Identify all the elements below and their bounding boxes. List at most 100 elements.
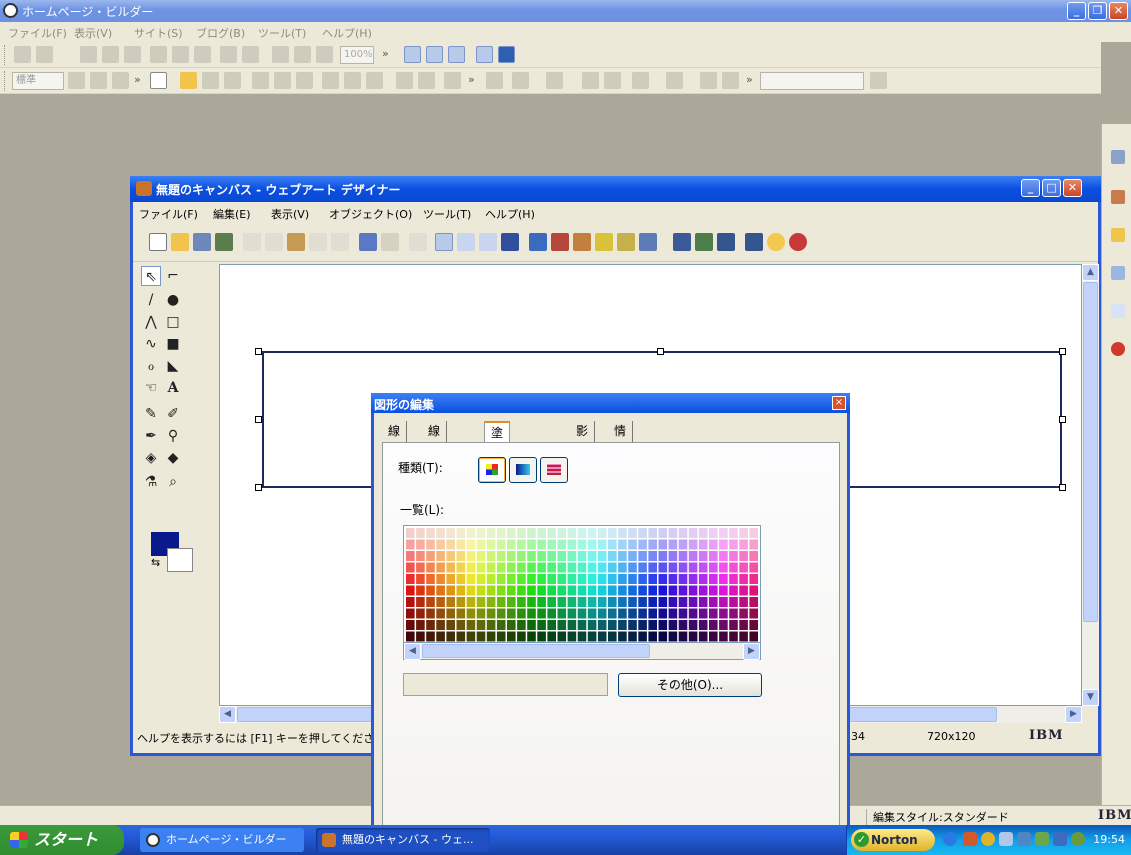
palette-cell[interactable]	[739, 574, 748, 584]
palette-cell[interactable]	[729, 574, 738, 584]
overflow-chevron-icon[interactable]: »	[382, 47, 389, 60]
palette-cell[interactable]	[557, 528, 567, 538]
zoom-in-icon[interactable]	[272, 46, 289, 63]
layout-icon[interactable]	[404, 46, 421, 63]
palette-cell[interactable]	[416, 574, 425, 584]
restore-button[interactable]: ❐	[1088, 2, 1107, 20]
palette-cell[interactable]	[466, 551, 476, 561]
palette-cell[interactable]	[658, 597, 668, 607]
curve-tool-icon[interactable]: ∿	[141, 334, 161, 354]
palette-cell[interactable]	[577, 608, 587, 619]
undo-icon[interactable]	[359, 233, 377, 251]
palette-cell[interactable]	[749, 608, 758, 619]
palette-cell[interactable]	[507, 620, 516, 630]
palette-cell[interactable]	[628, 574, 637, 584]
palette-cell[interactable]	[426, 562, 435, 573]
palette-cell[interactable]	[698, 597, 708, 607]
designer-minimize-button[interactable]: _	[1021, 179, 1040, 197]
palette-cell[interactable]	[406, 620, 415, 630]
palette-cell[interactable]	[567, 620, 577, 630]
palette-cell[interactable]	[678, 562, 688, 573]
save-icon[interactable]	[202, 72, 219, 89]
palette-cell[interactable]	[527, 631, 536, 642]
redo-icon[interactable]	[381, 233, 399, 251]
anchor-icon[interactable]	[172, 46, 189, 63]
palette-cell[interactable]	[739, 597, 748, 607]
palette-cell[interactable]	[648, 574, 657, 584]
palette-cell[interactable]	[547, 562, 556, 573]
menu-blog[interactable]: ブログ(B)	[196, 25, 245, 41]
scroll-right-icon[interactable]: ▶	[1065, 706, 1082, 723]
palette-cell[interactable]	[668, 528, 678, 538]
text-tool-icon[interactable]: A	[163, 378, 183, 398]
palette-cell[interactable]	[719, 608, 728, 619]
palette-cell[interactable]	[486, 597, 496, 607]
resize-handle[interactable]	[657, 348, 664, 355]
palette-scroll-right-icon[interactable]: ▶	[743, 643, 760, 660]
palette-cell[interactable]	[577, 631, 587, 642]
palette-cell[interactable]	[668, 631, 678, 642]
palette-cell[interactable]	[698, 528, 708, 538]
copy-icon[interactable]	[274, 72, 291, 89]
split-icon[interactable]	[448, 46, 465, 63]
fill-type-pattern-button[interactable]	[540, 457, 568, 483]
palette-cell[interactable]	[507, 574, 516, 584]
palette-cell[interactable]	[577, 539, 587, 550]
palette-cell[interactable]	[577, 597, 587, 607]
palette-cell[interactable]	[496, 631, 506, 642]
palette-cell[interactable]	[456, 528, 466, 538]
palette-cell[interactable]	[406, 539, 415, 550]
palette-cell[interactable]	[709, 585, 718, 596]
palette-cell[interactable]	[567, 562, 577, 573]
palette-cell[interactable]	[608, 539, 617, 550]
taskbar-item-canvas[interactable]: 無題のキャンバス - ウェ...	[316, 828, 490, 852]
palette-cell[interactable]	[557, 585, 567, 596]
palette-cell[interactable]	[749, 574, 758, 584]
palette-cell[interactable]	[507, 539, 516, 550]
layout-grid-icon[interactable]	[673, 233, 691, 251]
palette-cell[interactable]	[547, 597, 556, 607]
palette-cell[interactable]	[587, 562, 597, 573]
palette-cell[interactable]	[496, 620, 506, 630]
designer-menu-tools[interactable]: ツール(T)	[423, 206, 471, 222]
table-insert-icon[interactable]	[486, 72, 503, 89]
palette-cell[interactable]	[688, 608, 698, 619]
save-as-icon[interactable]	[215, 233, 233, 251]
palette-cell[interactable]	[658, 620, 668, 630]
tab-shadow[interactable]: 影	[570, 421, 596, 443]
resize-handle[interactable]	[255, 416, 262, 423]
palette-cell[interactable]	[678, 620, 688, 630]
palette-cell[interactable]	[709, 608, 718, 619]
logo-icon[interactable]	[573, 233, 591, 251]
palette-cell[interactable]	[507, 597, 516, 607]
palette-cell[interactable]	[406, 574, 415, 584]
palette-cell[interactable]	[729, 539, 738, 550]
palette-cell[interactable]	[496, 562, 506, 573]
palette-cell[interactable]	[688, 551, 698, 561]
palette-cell[interactable]	[567, 608, 577, 619]
palette-cell[interactable]	[476, 585, 486, 596]
palette-cell[interactable]	[416, 608, 425, 619]
export-icon[interactable]	[639, 233, 657, 251]
palette-cell[interactable]	[587, 574, 597, 584]
palette-cell[interactable]	[709, 539, 718, 550]
image-icon[interactable]	[36, 46, 53, 63]
palette-cell[interactable]	[436, 631, 445, 642]
tray-app-icon[interactable]	[963, 832, 977, 846]
palette-cell[interactable]	[719, 620, 728, 630]
palette-cell[interactable]	[698, 631, 708, 642]
palette-cell[interactable]	[426, 620, 435, 630]
palette-cell[interactable]	[436, 574, 445, 584]
designer-menu-help[interactable]: ヘルプ(H)	[485, 206, 535, 222]
palette-cell[interactable]	[648, 608, 657, 619]
palette-cell[interactable]	[658, 608, 668, 619]
palette-cell[interactable]	[719, 539, 728, 550]
palette-cell[interactable]	[749, 551, 758, 561]
resize-handle[interactable]	[255, 348, 262, 355]
palette-cell[interactable]	[517, 562, 526, 573]
line-tool-icon[interactable]: /	[141, 290, 161, 310]
cell3-icon[interactable]	[700, 72, 717, 89]
edit-icon[interactable]	[14, 46, 31, 63]
palette-cell[interactable]	[527, 562, 536, 573]
designer-menu-view[interactable]: 表示(V)	[271, 206, 309, 222]
